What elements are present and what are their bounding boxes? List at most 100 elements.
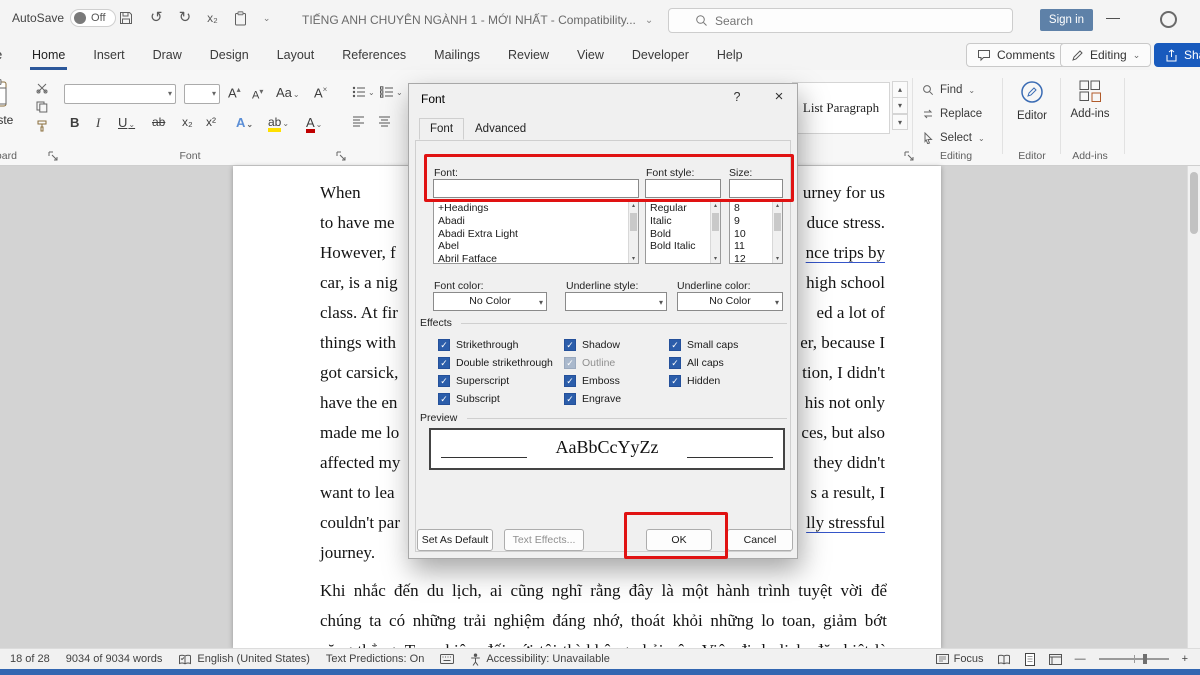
scroll-up-icon[interactable]: ▴ [629,202,638,209]
clear-formatting-button[interactable]: A× [314,85,327,100]
cut-icon[interactable] [36,82,48,94]
align-left-button[interactable] [352,116,365,127]
search-box[interactable] [668,8,1013,33]
font-list-scrollbar[interactable]: ▴ ▾ [628,201,638,263]
italic-button[interactable]: I [96,115,100,131]
scrollbar-thumb[interactable] [712,213,719,231]
editing-mode-button[interactable]: Editing ⌄ [1060,43,1151,67]
effect-option[interactable]: Small caps [669,336,738,354]
text-effects-button[interactable]: A⌄ [236,115,253,130]
add-ins-button[interactable]: Add-ins [1064,80,1116,120]
underline-color-combo[interactable]: No Color ▾ [677,292,783,311]
predictions-toggle[interactable] [440,654,454,664]
font-style-list-item[interactable]: Bold [646,228,710,241]
underline-style-combo[interactable]: ▾ [565,292,667,311]
font-name-input[interactable] [433,179,639,198]
ribbon-tab[interactable]: Insert [91,40,126,70]
checkbox-checked-icon[interactable] [438,375,450,387]
set-as-default-button[interactable]: Set As Default [417,529,493,551]
checkbox-checked-icon[interactable] [438,357,450,369]
font-dialog-launcher-icon[interactable] [336,151,346,161]
ribbon-tab[interactable]: Mailings [432,40,482,70]
gallery-down-icon[interactable]: ▾ [892,97,908,114]
font-list-item[interactable]: Abadi [434,215,628,228]
proofing-status[interactable]: English (United States) [178,653,310,665]
size-list-scrollbar[interactable]: ▴ ▾ [772,201,782,263]
font-style-list-item[interactable]: Regular [646,202,710,215]
subscript-quick-icon[interactable]: x₂ [207,10,218,26]
size-list-item[interactable]: 9 [730,215,772,228]
font-color-combo[interactable]: No Color ▾ [433,292,547,311]
checkbox-checked-icon[interactable] [564,375,576,387]
size-list-item[interactable]: 10 [730,228,772,241]
dialog-help-button[interactable]: ? [725,90,749,104]
effect-option[interactable]: Hidden [669,372,738,390]
effect-option[interactable]: Emboss [564,372,621,390]
gallery-expand-icon[interactable]: ▾ [892,113,908,130]
dialog-close-button[interactable]: × [765,88,793,108]
zoom-slider-thumb[interactable] [1143,654,1147,664]
scroll-up-icon[interactable]: ▴ [773,202,782,209]
editor-button[interactable]: Editor [1008,80,1056,122]
checkbox-checked-icon[interactable] [564,339,576,351]
scroll-up-icon[interactable]: ▴ [711,202,720,209]
comments-button[interactable]: Comments [966,43,1066,67]
paste-quick-icon[interactable] [234,11,247,26]
ribbon-tab[interactable]: View [575,40,606,70]
autosave-toggle[interactable]: Off [70,9,115,27]
strikethrough-button[interactable]: ab [152,115,165,129]
effect-option[interactable]: Double strikethrough [438,354,553,372]
font-size-combo[interactable]: ▾ [184,84,220,104]
effect-option[interactable]: Superscript [438,372,553,390]
window-control-icon[interactable] [1160,11,1177,28]
zoom-in-button[interactable]: + [1182,653,1188,665]
checkbox-checked-icon[interactable] [438,393,450,405]
ribbon-tab[interactable]: Developer [630,40,691,70]
underline-button[interactable]: U⌄ [118,115,135,130]
scrollbar-thumb[interactable] [1190,172,1198,234]
effect-option[interactable]: Shadow [564,336,621,354]
replace-button[interactable]: Replace [922,108,982,120]
style-item-list-paragraph[interactable]: List Paragraph [793,83,889,133]
word-count-indicator[interactable]: 9034 of 9034 words [66,653,163,665]
bullets-button[interactable]: ⌄ [352,86,375,98]
ribbon-tab[interactable]: Layout [275,40,317,70]
zoom-out-button[interactable]: — [1075,653,1086,665]
focus-button[interactable]: Focus [936,653,984,665]
bold-button[interactable]: B [70,115,79,130]
scroll-down-icon[interactable]: ▾ [711,255,720,262]
redo-icon[interactable]: ↻ [179,10,192,26]
scrollbar-thumb[interactable] [630,213,637,231]
search-input[interactable] [715,14,935,28]
checkbox-checked-icon[interactable] [669,357,681,369]
ribbon-tab[interactable]: References [340,40,408,70]
size-list-item[interactable]: 8 [730,202,772,215]
subscript-button[interactable]: x₂ [182,115,193,129]
document-title[interactable]: TIẾNG ANH CHUYÊN NGÀNH 1 - MỚI NHẤT - Co… [302,13,653,27]
read-mode-button[interactable] [997,654,1011,665]
checkbox-checked-icon[interactable] [669,339,681,351]
dialog-tab[interactable]: Font [419,118,464,140]
select-button[interactable]: Select ⌄ [922,132,985,144]
font-style-list-box[interactable]: RegularItalicBoldBold Italic ▴ ▾ [645,200,721,264]
save-icon[interactable] [118,10,134,26]
font-style-list-item[interactable]: Bold Italic [646,240,710,253]
copy-icon[interactable] [36,101,48,113]
web-layout-button[interactable] [1049,654,1062,665]
cancel-button[interactable]: Cancel [727,529,793,551]
font-color-button[interactable]: A⌄ [306,115,322,133]
grow-font-button[interactable]: A▴ [228,85,241,100]
effect-option[interactable]: Subscript [438,390,553,408]
tab-file[interactable]: File [0,40,2,70]
page-number-indicator[interactable]: 18 of 28 [10,653,50,665]
effect-option[interactable]: Outline [564,354,621,372]
undo-icon[interactable]: ↺ [150,10,163,26]
zoom-slider[interactable] [1099,658,1169,660]
sign-in-button[interactable]: Sign in [1040,9,1093,31]
text-effects-button-dialog[interactable]: Text Effects... [504,529,584,551]
checkbox-checked-icon[interactable] [669,375,681,387]
checkbox-checked-icon[interactable] [438,339,450,351]
font-list-item[interactable]: Abel [434,240,628,253]
effect-option[interactable]: Engrave [564,390,621,408]
scrollbar-thumb[interactable] [774,213,781,231]
